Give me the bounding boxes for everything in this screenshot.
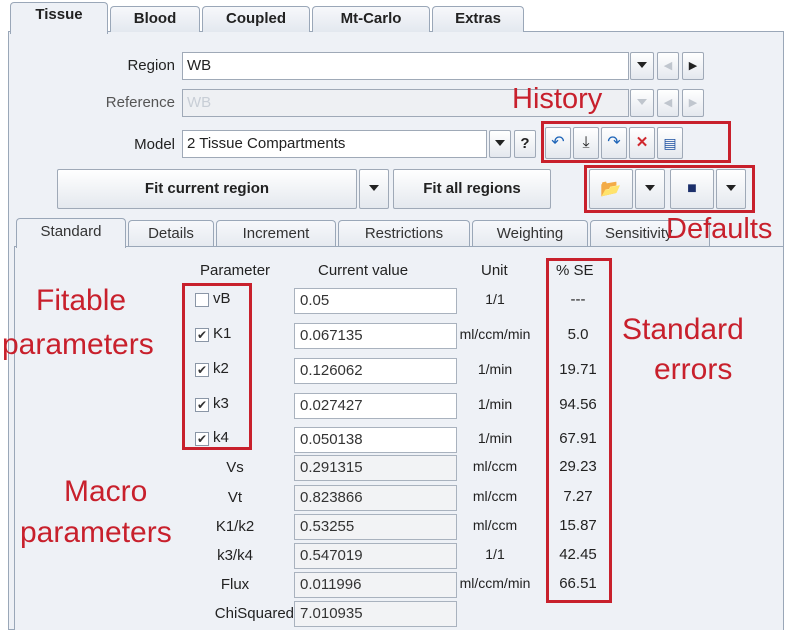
param-value-field[interactable]: 0.126062 [294,358,457,384]
param-value-field[interactable]: 0.027427 [294,393,457,419]
prev-icon: ◀ [663,60,673,72]
standard-errors-annotation-line2: errors [654,353,733,386]
reference-label: Reference [105,94,175,111]
model-select[interactable]: 2 Tissue Compartments [182,130,487,158]
model-help-button[interactable]: ? [514,130,536,158]
model-label: Model [134,136,175,153]
defaults-annotation: Defaults [666,213,773,245]
region-dropdown-button[interactable] [630,52,654,80]
reference-next-button[interactable]: ▶ [682,89,704,117]
tab-standard[interactable]: Standard [16,218,126,248]
model-value: 2 Tissue Compartments [187,135,346,152]
fitable-annotation-line2: parameters [2,328,154,361]
macro-name: K1/k2 [215,518,255,535]
macro-value-field: 0.53255 [294,514,457,540]
macro-value-field: 0.291315 [294,455,457,481]
region-next-button[interactable]: ▶ [682,52,704,80]
history-annotation: History [512,83,603,115]
tab-details[interactable]: Details [128,220,214,246]
macro-value-field: 7.010935 [294,601,457,627]
macro-name: k3/k4 [217,547,253,564]
tab-extras[interactable]: Extras [432,6,524,32]
param-unit: 1/min [477,361,513,377]
reference-dropdown-button[interactable] [630,89,654,117]
macro-annotation-line2: parameters [20,516,172,549]
chevron-down-icon [369,185,379,192]
param-value-field[interactable]: 0.050138 [294,427,457,453]
model-dropdown-button[interactable] [489,130,511,158]
param-unit: 1/min [477,430,513,446]
region-value: WB [187,57,212,74]
macro-value-field: 0.547019 [294,543,457,569]
history-highlight-box [541,121,731,163]
unit-header: Unit [481,262,508,279]
region-select[interactable]: WB [182,52,629,80]
region-prev-button[interactable]: ◀ [657,52,679,80]
macro-unit: ml/ccm [472,488,518,504]
macro-value-field: 0.823866 [294,485,457,511]
macro-unit: ml/ccm [472,458,518,474]
parameter-header: Parameter [200,262,271,279]
tab-weighting[interactable]: Weighting [472,220,588,246]
chevron-down-icon [637,99,647,106]
tab-increment[interactable]: Increment [216,220,336,246]
next-icon: ▶ [688,97,698,109]
fitable-highlight-box [182,283,252,450]
standard-errors-highlight-box [546,258,612,603]
reference-value: WB [187,94,212,111]
next-icon: ▶ [688,60,698,72]
current-value-header: Current value [318,262,409,279]
macro-name: ChiSquared [214,605,294,622]
fit-current-options-button[interactable] [359,169,389,209]
reference-prev-button[interactable]: ◀ [657,89,679,117]
tab-mt-carlo[interactable]: Mt-Carlo [312,6,430,32]
macro-unit: 1/1 [485,546,505,562]
macro-value-field: 0.011996 [294,572,457,598]
tab-coupled[interactable]: Coupled [202,6,310,32]
chevron-down-icon [495,140,505,147]
prev-icon: ◀ [663,97,673,109]
fit-current-region-button[interactable]: Fit current region [57,169,357,209]
macro-unit: ml/ccm [472,517,518,533]
tab-blood[interactable]: Blood [110,6,200,32]
tab-tissue[interactable]: Tissue [10,2,108,34]
param-unit: 1/1 [485,291,505,307]
standard-errors-annotation-line1: Standard [622,313,744,346]
chevron-down-icon [637,62,647,69]
tab-restrictions[interactable]: Restrictions [338,220,470,246]
macro-annotation-line1: Macro [64,475,148,508]
region-label: Region [127,57,175,74]
param-unit: 1/min [477,396,513,412]
param-value-field[interactable]: 0.05 [294,288,457,314]
macro-unit: ml/ccm/min [459,575,531,591]
macro-name: Flux [220,576,250,593]
macro-name: Vs [226,459,244,476]
param-value-field[interactable]: 0.067135 [294,323,457,349]
macro-name: Vt [227,489,243,506]
fit-all-regions-button[interactable]: Fit all regions [393,169,551,209]
defaults-highlight-box [584,165,755,213]
param-unit: ml/ccm/min [459,326,531,342]
fitable-annotation-line1: Fitable [36,284,127,317]
